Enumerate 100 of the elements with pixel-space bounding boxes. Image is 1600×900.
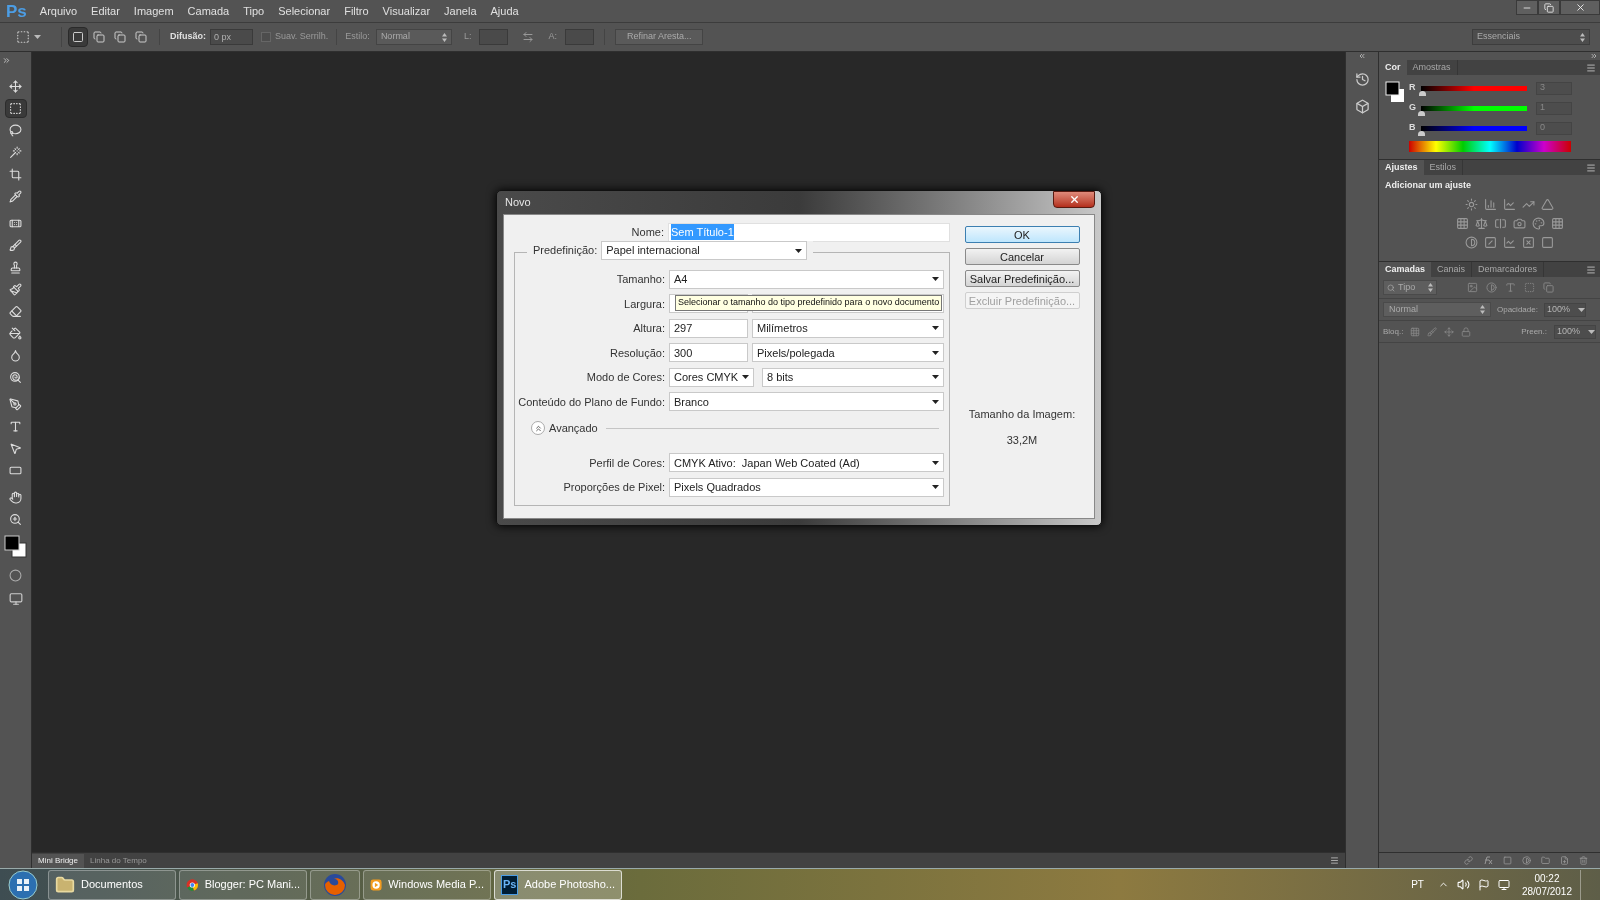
dialog-button[interactable]: Cancelar [964, 248, 1080, 265]
shape-icon[interactable] [1524, 282, 1535, 293]
image-icon[interactable] [1467, 282, 1478, 293]
palette-icon[interactable] [1531, 216, 1545, 230]
type-icon[interactable] [1505, 282, 1516, 293]
menu-item[interactable]: Selecionar [271, 2, 338, 20]
slashed-square-icon[interactable] [1484, 235, 1497, 249]
dialog-close-button[interactable] [1053, 191, 1095, 208]
scale-icon[interactable] [1474, 216, 1488, 230]
tool-button[interactable] [4, 99, 27, 118]
split-square-icon[interactable] [1493, 216, 1507, 230]
speaker-icon[interactable] [1456, 878, 1470, 891]
dropdown-field[interactable]: A4 [669, 269, 944, 289]
crossed-square-icon[interactable] [1522, 235, 1535, 249]
fx-icon[interactable] [1483, 856, 1493, 865]
grid-icon[interactable] [1550, 216, 1564, 230]
refine-edge-button[interactable]: Refinar Aresta... [614, 29, 704, 45]
panel-tab[interactable]: Canais [1431, 262, 1473, 277]
link-icon[interactable] [1464, 856, 1473, 865]
taskbar-button[interactable]: Windows Media P... [363, 869, 491, 900]
selection-mode-button[interactable] [68, 27, 88, 47]
number-input[interactable]: 300 [669, 343, 748, 363]
taskbar-button[interactable]: Documentos [48, 869, 176, 900]
taskbar-button[interactable] [310, 869, 360, 900]
bottom-panel-tab[interactable]: Linha do Tempo [84, 854, 153, 868]
menu-item[interactable]: Imagem [126, 2, 181, 20]
lock-icon[interactable] [1461, 326, 1472, 337]
brush-icon[interactable] [1427, 326, 1438, 337]
width-input[interactable] [479, 29, 509, 45]
minimize-button[interactable] [1516, 0, 1538, 15]
contrast-icon[interactable] [1465, 235, 1478, 249]
menu-item[interactable]: Ajuda [483, 2, 526, 20]
dialog-button[interactable]: Salvar Predefinição... [964, 270, 1080, 287]
close-button[interactable] [1560, 0, 1600, 15]
panel-tab[interactable]: Camadas [1379, 262, 1432, 277]
adjustment-icon[interactable] [1522, 856, 1531, 865]
menu-item[interactable]: Visualizar [375, 2, 438, 20]
collapse-icon[interactable] [1358, 52, 1366, 60]
trash-icon[interactable] [1579, 856, 1588, 865]
start-orb-icon[interactable] [8, 869, 38, 900]
panel-tab[interactable]: Demarcadores [1472, 262, 1545, 277]
line-chart-icon[interactable] [1503, 235, 1516, 249]
color-swatches-drawing[interactable] [1385, 81, 1405, 103]
panel-tab[interactable]: Cor [1379, 60, 1407, 75]
slider-thumb[interactable] [1418, 130, 1425, 136]
swap-icon[interactable] [522, 31, 535, 43]
expand-icon[interactable] [2, 56, 11, 65]
mask-icon[interactable] [1503, 856, 1512, 865]
marquee-icon[interactable] [16, 30, 30, 44]
menu-item[interactable]: Filtro [337, 2, 376, 20]
style-select[interactable]: Normal [375, 29, 452, 45]
square-icon[interactable] [1541, 235, 1554, 249]
opacity-field[interactable]: 100% [1543, 302, 1586, 317]
sun-icon[interactable] [1465, 197, 1478, 211]
box-icon[interactable] [1354, 99, 1370, 114]
preset-dropdown[interactable]: Papel internacional [601, 241, 808, 260]
panel-menu-icon[interactable] [1586, 62, 1596, 73]
taskbar-button[interactable]: Ps Adobe Photosho... [494, 869, 622, 900]
menu-item[interactable]: Camada [180, 2, 237, 20]
bit-depth-dropdown[interactable]: 8 bits [762, 367, 944, 387]
fill-field[interactable]: 100% [1554, 324, 1596, 339]
dropdown-field[interactable]: Pixels Quadrados [669, 477, 944, 497]
grid-icon[interactable] [1455, 216, 1469, 230]
new-layer-icon[interactable] [1560, 856, 1569, 865]
slider-thumb[interactable] [1419, 90, 1427, 96]
folder-icon[interactable] [1541, 856, 1550, 865]
move-icon[interactable] [1444, 326, 1455, 337]
triangle-icon[interactable] [1541, 197, 1554, 211]
unit-dropdown[interactable]: Pixels/polegada [752, 343, 944, 363]
panel-tab[interactable]: Amostras [1406, 60, 1458, 75]
taskbar-button[interactable]: Blogger: PC Mani... [179, 869, 307, 900]
panel-tab[interactable]: Estilos [1423, 160, 1464, 175]
camera-icon[interactable] [1512, 216, 1526, 230]
line-chart-icon[interactable] [1503, 197, 1516, 211]
bar-chart-icon[interactable] [1484, 197, 1497, 211]
network-icon[interactable] [1497, 878, 1510, 891]
checkerboard-icon[interactable] [1410, 326, 1421, 337]
workspace-select[interactable]: Essenciais [1472, 29, 1590, 45]
bottom-panel-tab[interactable]: Mini Bridge [32, 854, 84, 868]
dialog-button[interactable]: OK [964, 226, 1080, 243]
height-input[interactable] [564, 29, 594, 45]
panel-tab[interactable]: Ajustes [1379, 160, 1424, 175]
menu-item[interactable]: Arquivo [32, 2, 85, 20]
unit-dropdown[interactable]: Milímetros [752, 318, 944, 338]
advanced-toggle-button[interactable] [531, 421, 545, 436]
collapse-icon[interactable] [1590, 52, 1598, 60]
language-indicator[interactable]: PT [1411, 877, 1424, 892]
number-input[interactable]: 297 [669, 318, 748, 338]
history-icon[interactable] [1354, 72, 1370, 87]
panel-menu-icon[interactable] [1586, 264, 1596, 275]
panel-menu-icon[interactable] [1586, 162, 1596, 173]
dropdown-field[interactable]: Branco [669, 392, 944, 412]
dropdown-field[interactable]: CMYK Ativo: Japan Web Coated (Ad) [669, 453, 944, 473]
color-swatches-drawing[interactable] [2, 533, 29, 559]
flag-icon[interactable] [1477, 878, 1490, 891]
screen-mode-icon[interactable] [8, 592, 23, 606]
slider-thumb[interactable] [1418, 110, 1425, 116]
color-mode-dropdown[interactable]: Cores CMYK [669, 367, 754, 387]
menu-item[interactable]: Janela [437, 2, 484, 20]
color-spectrum-bar[interactable] [1408, 141, 1571, 152]
